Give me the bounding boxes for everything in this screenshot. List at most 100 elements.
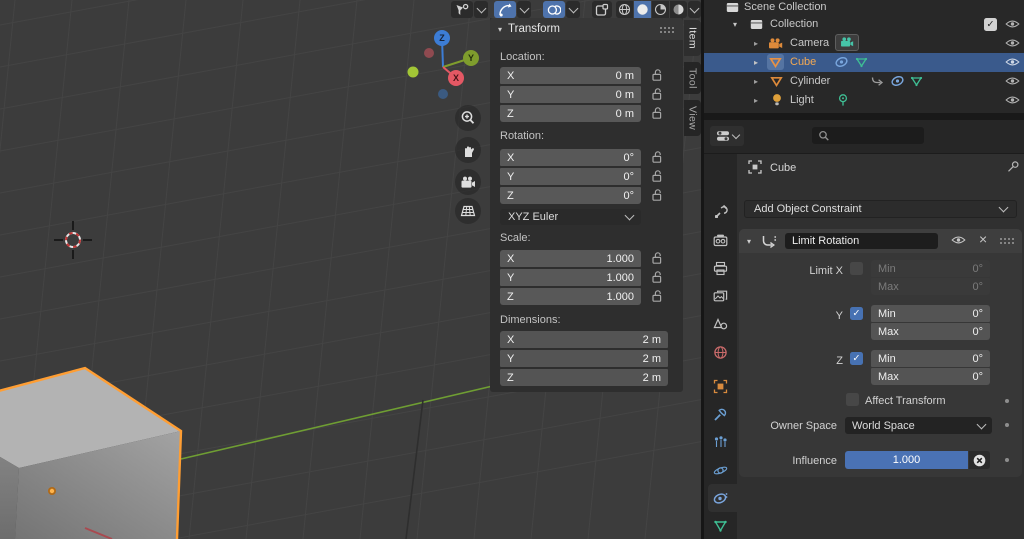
limit-y-min-field[interactable]: Min 0° (871, 305, 990, 322)
visibility-eye-icon[interactable] (1005, 76, 1020, 89)
gizmo-z-ball[interactable]: Z (434, 30, 450, 46)
shading-rendered-button[interactable] (670, 1, 687, 18)
dimensions-x-field[interactable]: X 2 m (500, 331, 668, 348)
tab-tool-settings[interactable] (713, 204, 728, 222)
collapse-arrow-icon[interactable]: ▾ (498, 25, 502, 34)
area-divider[interactable] (704, 113, 1024, 120)
rotation-y-field[interactable]: Y 0° (500, 168, 641, 185)
pan-button[interactable] (455, 137, 481, 163)
gizmo-neg-y-ball[interactable] (408, 67, 419, 78)
show-gizmos-toggle[interactable] (494, 1, 516, 18)
tab-view[interactable]: View (684, 100, 701, 136)
orthographic-toggle-button[interactable] (455, 198, 481, 224)
outliner-row-collection[interactable]: ▾ Collection ✓ (704, 15, 1024, 34)
visibility-eye-icon[interactable] (1005, 57, 1020, 70)
constraint-name-field[interactable]: Limit Rotation (785, 233, 938, 249)
search-input[interactable] (812, 127, 924, 144)
tab-physics[interactable] (713, 463, 728, 481)
location-y-field[interactable]: Y 0 m (500, 86, 641, 103)
breadcrumb-object[interactable]: Cube (770, 162, 796, 174)
dimensions-z-field[interactable]: Z 2 m (500, 369, 668, 386)
camera-view-button[interactable] (455, 169, 481, 195)
lock-icon[interactable] (652, 170, 663, 186)
navigation-gizmo[interactable]: Z Y X (405, 26, 483, 108)
shading-dropdown[interactable] (688, 1, 701, 18)
rotation-x-field[interactable]: X 0° (500, 149, 641, 166)
shading-solid-button[interactable] (634, 1, 651, 18)
lock-icon[interactable] (652, 107, 663, 123)
drag-handle-icon[interactable] (659, 26, 675, 33)
dimensions-y-field[interactable]: Y 2 m (500, 350, 668, 367)
shading-material-button[interactable] (652, 1, 669, 18)
delete-constraint-icon[interactable]: × (979, 231, 987, 247)
tab-object-constraints[interactable] (713, 491, 728, 509)
constraint-panel-header[interactable]: ▾ Limit Rotation × (739, 229, 1022, 253)
expand-arrow-icon[interactable]: ▸ (754, 96, 758, 105)
add-constraint-button[interactable]: Add Object Constraint (744, 200, 1017, 218)
tab-object[interactable] (713, 379, 728, 397)
snap-toggle-button[interactable] (451, 1, 473, 18)
animate-dot[interactable] (1005, 423, 1009, 427)
tab-render[interactable] (713, 233, 728, 251)
rotation-mode-dropdown[interactable]: XYZ Euler (500, 209, 641, 225)
lock-icon[interactable] (652, 151, 663, 167)
tab-tool[interactable]: Tool (684, 62, 701, 94)
visibility-eye-icon[interactable] (1005, 38, 1020, 51)
animate-dot[interactable] (1005, 458, 1009, 462)
zoom-button[interactable] (455, 105, 481, 131)
rotation-z-field[interactable]: Z 0° (500, 187, 641, 204)
shading-wireframe-button[interactable] (616, 1, 633, 18)
transform-panel-header[interactable]: ▾ Transform (490, 18, 683, 40)
lock-icon[interactable] (652, 88, 663, 104)
outliner-row-cylinder[interactable]: ▸ Cylinder (704, 72, 1024, 91)
tab-object-data[interactable] (713, 519, 728, 537)
lock-icon[interactable] (652, 189, 663, 205)
expand-arrow-icon[interactable]: ▸ (754, 77, 758, 86)
tab-output[interactable] (713, 261, 728, 279)
camera-data-badge[interactable] (835, 34, 859, 51)
scale-y-field[interactable]: Y 1.000 (500, 269, 641, 286)
snap-dropdown[interactable] (474, 1, 488, 18)
outliner-row-camera[interactable]: ▸ Camera (704, 34, 1024, 53)
limit-y-checkbox[interactable]: ✓ (850, 307, 863, 320)
location-z-field[interactable]: Z 0 m (500, 105, 641, 122)
lock-icon[interactable] (652, 271, 663, 287)
pin-icon[interactable] (1006, 160, 1020, 177)
limit-z-max-field[interactable]: Max 0° (871, 368, 990, 385)
gizmo-neg-z-ball[interactable] (438, 89, 448, 99)
gizmo-x-ball[interactable]: X (448, 70, 464, 86)
owner-space-dropdown[interactable]: World Space (845, 417, 992, 434)
outliner-row-light[interactable]: ▸ Light (704, 91, 1024, 110)
location-x-field[interactable]: X 0 m (500, 67, 641, 84)
influence-clear-button[interactable] (969, 451, 990, 469)
tab-item[interactable]: Item (684, 20, 701, 56)
tab-world[interactable] (713, 345, 728, 363)
limit-x-checkbox[interactable] (850, 262, 863, 275)
expand-arrow-icon[interactable]: ▾ (733, 20, 737, 29)
show-overlays-toggle[interactable] (543, 1, 565, 18)
limit-z-min-field[interactable]: Min 0° (871, 350, 990, 367)
editor-type-button[interactable] (710, 126, 744, 146)
overlays-dropdown[interactable] (566, 1, 580, 18)
lock-icon[interactable] (652, 290, 663, 306)
expand-arrow-icon[interactable]: ▸ (754, 58, 758, 67)
tab-scene[interactable] (713, 317, 728, 335)
scale-z-field[interactable]: Z 1.000 (500, 288, 641, 305)
cube-object[interactable] (0, 368, 181, 539)
gizmos-dropdown[interactable] (517, 1, 531, 18)
gizmo-y-ball[interactable]: Y (463, 50, 479, 66)
limit-y-max-field[interactable]: Max 0° (871, 323, 990, 340)
animate-dot[interactable] (1005, 399, 1009, 403)
scale-x-field[interactable]: X 1.000 (500, 250, 641, 267)
tab-modifiers[interactable] (713, 407, 728, 425)
expand-arrow-icon[interactable]: ▸ (754, 39, 758, 48)
drag-handle-icon[interactable] (999, 237, 1015, 244)
visibility-eye-icon[interactable] (1005, 19, 1020, 32)
collapse-arrow-icon[interactable]: ▾ (747, 237, 751, 246)
collection-checkbox[interactable]: ✓ (984, 18, 997, 31)
tab-particles[interactable] (713, 435, 728, 453)
affect-transform-checkbox[interactable] (846, 393, 859, 406)
influence-slider[interactable]: 1.000 (845, 451, 968, 469)
visibility-eye-icon[interactable] (1005, 95, 1020, 108)
tab-view-layer[interactable] (713, 289, 728, 307)
